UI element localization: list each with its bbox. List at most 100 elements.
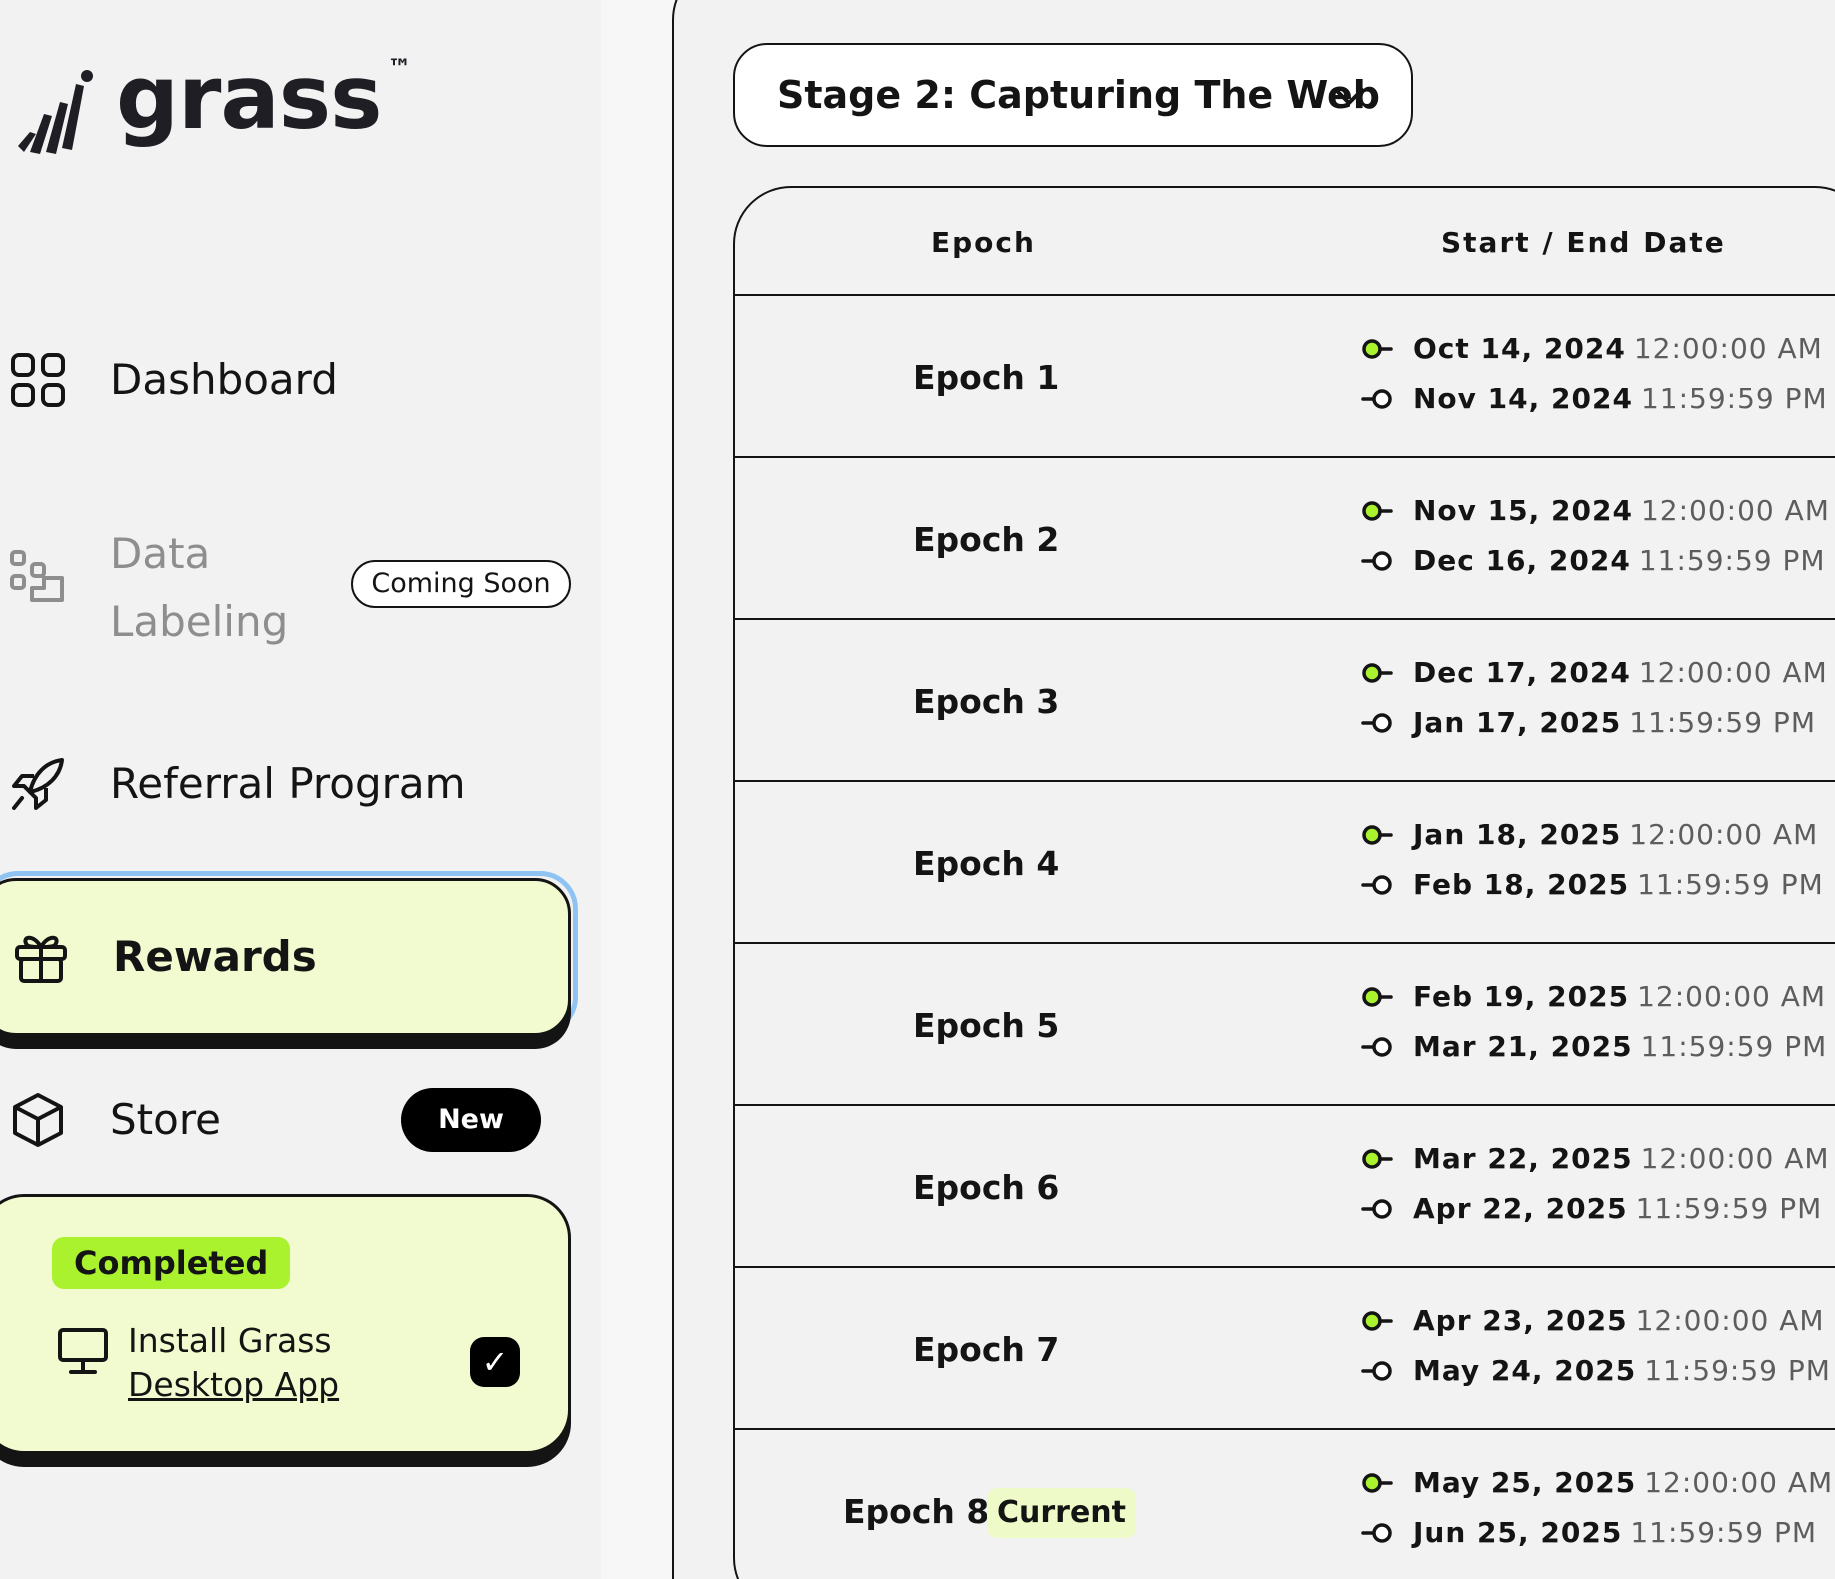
completed-badge: Completed xyxy=(52,1237,291,1289)
start-date-text: Jan 18, 2025 xyxy=(1413,818,1622,851)
end-date-text: May 24, 2025 xyxy=(1413,1354,1637,1387)
stage-select[interactable]: Stage 2: Capturing The Web xyxy=(733,43,1413,147)
start-time-text: 12:00:00 AM xyxy=(1635,1304,1825,1337)
epoch-name: Epoch 4 xyxy=(913,844,1060,883)
end-date-text: Jun 25, 2025 xyxy=(1413,1516,1623,1549)
end-time-text: 11:59:59 PM xyxy=(1640,1030,1828,1063)
start-date: Apr 23, 2025 12:00:00 AM xyxy=(1361,1304,1825,1337)
epoch-name: Epoch 3 xyxy=(913,682,1060,721)
gift-icon xyxy=(15,935,67,983)
sidebar: grass ™ Dashboard Data Labeling Coming S… xyxy=(0,0,601,1579)
column-header-date: Start / End Date xyxy=(1441,226,1726,259)
end-date-text: Mar 21, 2025 xyxy=(1413,1030,1633,1063)
end-marker-icon xyxy=(1361,550,1392,571)
start-date-text: Oct 14, 2024 xyxy=(1413,332,1626,365)
start-date: Feb 19, 2025 12:00:00 AM xyxy=(1361,980,1826,1013)
end-date: Jun 25, 2025 11:59:59 PM xyxy=(1361,1516,1817,1549)
column-header-epoch: Epoch xyxy=(931,226,1036,259)
start-time-text: 12:00:00 AM xyxy=(1633,332,1823,365)
sidebar-item-label: Rewards xyxy=(113,932,317,981)
epoch-name: Epoch 6 xyxy=(913,1168,1060,1207)
grid-icon xyxy=(11,353,65,407)
end-time-text: 11:59:59 PM xyxy=(1638,544,1826,577)
desktop-app-link[interactable]: Desktop App xyxy=(128,1365,339,1404)
start-date-text: Feb 19, 2025 xyxy=(1413,980,1630,1013)
brand-logo[interactable]: grass ™ xyxy=(14,48,412,158)
end-time-text: 11:59:59 PM xyxy=(1629,706,1816,739)
epoch-name: Epoch 8 xyxy=(843,1492,990,1531)
start-marker-icon xyxy=(1362,1472,1393,1493)
start-date: May 25, 2025 12:00:00 AM xyxy=(1361,1466,1833,1499)
start-time-text: 12:00:00 AM xyxy=(1638,656,1828,689)
end-date: May 24, 2025 11:59:59 PM xyxy=(1361,1354,1831,1387)
rocket-icon xyxy=(12,758,64,810)
task-title: Install Grass xyxy=(128,1321,332,1360)
sidebar-item-data-labeling[interactable]: Data Labeling Coming Soon xyxy=(0,520,580,650)
start-time-text: 12:00:00 AM xyxy=(1640,1142,1830,1175)
start-date: Dec 17, 2024 12:00:00 AM xyxy=(1361,656,1828,689)
start-date: Oct 14, 2024 12:00:00 AM xyxy=(1361,332,1823,365)
end-date-text: Nov 14, 2024 xyxy=(1413,382,1633,415)
checkmark-icon: ✓ xyxy=(470,1337,520,1387)
start-date-text: Nov 15, 2024 xyxy=(1413,494,1633,527)
epoch-name: Epoch 2 xyxy=(913,520,1060,559)
start-date: Jan 18, 2025 12:00:00 AM xyxy=(1361,818,1818,851)
table-row: Epoch 8 May 25, 2025 12:00:00 AM Jun 25,… xyxy=(735,1430,1835,1579)
start-date-text: Mar 22, 2025 xyxy=(1413,1142,1633,1175)
table-row: Epoch 1 Oct 14, 2024 12:00:00 AM Nov 14,… xyxy=(735,296,1835,458)
end-time-text: 11:59:59 PM xyxy=(1644,1354,1831,1387)
start-marker-icon xyxy=(1362,662,1393,683)
start-date: Mar 22, 2025 12:00:00 AM xyxy=(1361,1142,1830,1175)
end-date: Feb 18, 2025 11:59:59 PM xyxy=(1361,868,1824,901)
trademark: ™ xyxy=(387,54,412,82)
end-date-text: Dec 16, 2024 xyxy=(1413,544,1631,577)
end-date: Mar 21, 2025 11:59:59 PM xyxy=(1361,1030,1827,1063)
sidebar-item-referral-program[interactable]: Referral Program xyxy=(0,756,560,812)
table-body: Epoch 1 Oct 14, 2024 12:00:00 AM Nov 14,… xyxy=(735,296,1835,1579)
end-date-text: Apr 22, 2025 xyxy=(1413,1192,1628,1225)
table-header: Epoch Start / End Date xyxy=(735,188,1835,296)
end-marker-icon xyxy=(1361,1522,1392,1543)
table-row: Epoch 3 Dec 17, 2024 12:00:00 AM Jan 17,… xyxy=(735,620,1835,782)
task-card: Completed Install Grass Desktop App ✓ xyxy=(0,1194,571,1454)
sidebar-item-rewards[interactable]: Rewards xyxy=(0,878,571,1036)
table-row: Epoch 5 Feb 19, 2025 12:00:00 AM Mar 21,… xyxy=(735,944,1835,1106)
end-marker-icon xyxy=(1361,712,1392,733)
end-marker-icon xyxy=(1361,1036,1392,1057)
end-marker-icon xyxy=(1361,874,1392,895)
end-date-text: Feb 18, 2025 xyxy=(1413,868,1630,901)
start-time-text: 12:00:00 AM xyxy=(1640,494,1830,527)
chevron-down-icon xyxy=(1334,88,1364,105)
box-icon xyxy=(13,1093,63,1147)
sidebar-item-label: Data Labeling xyxy=(110,529,289,646)
start-date: Nov 15, 2024 12:00:00 AM xyxy=(1361,494,1830,527)
epochs-table: Epoch Start / End Date Epoch 1 Oct 14, 2… xyxy=(733,186,1835,1579)
coming-soon-badge: Coming Soon xyxy=(351,560,571,608)
start-marker-icon xyxy=(1362,986,1393,1007)
start-marker-icon xyxy=(1362,500,1393,521)
start-time-text: 12:00:00 AM xyxy=(1644,1466,1834,1499)
sidebar-item-label: Store xyxy=(110,1095,222,1144)
start-marker-icon xyxy=(1362,1310,1393,1331)
stage-select-value: Stage 2: Capturing The Web xyxy=(777,73,1380,117)
start-date-text: Dec 17, 2024 xyxy=(1413,656,1631,689)
sidebar-item-store[interactable]: Store New xyxy=(0,1088,560,1152)
start-marker-icon xyxy=(1362,824,1393,845)
monitor-icon xyxy=(58,1328,108,1374)
end-time-text: 11:59:59 PM xyxy=(1630,1516,1818,1549)
epoch-name: Epoch 1 xyxy=(913,358,1060,397)
table-row: Epoch 6 Mar 22, 2025 12:00:00 AM Apr 22,… xyxy=(735,1106,1835,1268)
end-marker-icon xyxy=(1361,1360,1392,1381)
sidebar-item-label: Referral Program xyxy=(110,759,466,808)
new-badge: New xyxy=(401,1088,541,1152)
brand-name: grass xyxy=(116,46,383,149)
start-date-text: Apr 23, 2025 xyxy=(1413,1304,1628,1337)
end-date-text: Jan 17, 2025 xyxy=(1413,706,1622,739)
end-time-text: 11:59:59 PM xyxy=(1640,382,1828,415)
sidebar-item-dashboard[interactable]: Dashboard xyxy=(0,352,560,408)
epoch-name: Epoch 5 xyxy=(913,1006,1060,1045)
table-row: Epoch 7 Apr 23, 2025 12:00:00 AM May 24,… xyxy=(735,1268,1835,1430)
end-time-text: 11:59:59 PM xyxy=(1637,868,1824,901)
end-date: Dec 16, 2024 11:59:59 PM xyxy=(1361,544,1826,577)
end-time-text: 11:59:59 PM xyxy=(1635,1192,1823,1225)
